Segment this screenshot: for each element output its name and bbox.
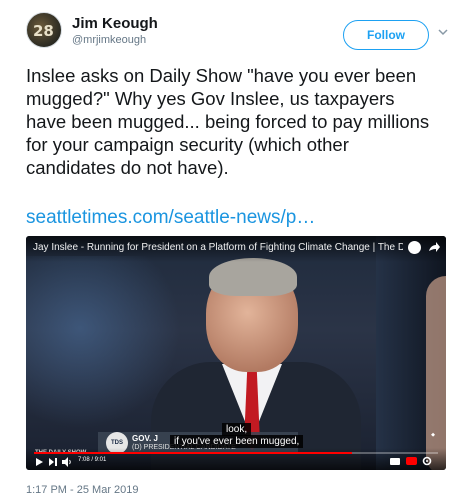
tweet-timestamp[interactable]: 1:17 PM - 25 Mar 2019 <box>26 484 139 496</box>
follow-button[interactable]: Follow <box>343 20 429 50</box>
next-icon[interactable] <box>49 458 57 466</box>
video-player[interactable]: Jay Inslee - Running for President on a … <box>26 236 446 470</box>
avatar-number: 28 <box>33 22 54 40</box>
user-handle[interactable]: @mrjimkeough <box>72 34 158 46</box>
lower-third-name: GOV. J <box>132 434 158 443</box>
volume-icon[interactable] <box>62 457 72 467</box>
progress-bar[interactable] <box>34 452 438 454</box>
speaker-hair <box>209 258 297 296</box>
article-link[interactable]: seattletimes.com/seattle-news/p… <box>26 207 315 229</box>
video-time: 7:08 / 9:01 <box>78 457 107 463</box>
progress-fill <box>34 452 352 454</box>
caption-line-2: if you've ever been mugged, <box>170 435 304 448</box>
tweet-header: 28 Jim Keough @mrjimkeough Follow <box>26 12 449 58</box>
clock-icon[interactable] <box>408 241 421 254</box>
tweet-text: Inslee asks on Daily Show "have you ever… <box>26 65 430 178</box>
chevron-down-icon[interactable] <box>437 26 449 38</box>
share-icon[interactable] <box>428 241 440 253</box>
video-title[interactable]: Jay Inslee - Running for President on a … <box>33 242 403 253</box>
avatar[interactable]: 28 <box>26 12 62 48</box>
user-info[interactable]: Jim Keough @mrjimkeough <box>72 15 158 46</box>
display-name[interactable]: Jim Keough <box>72 15 158 32</box>
network-watermark-icon: ◆ <box>431 432 435 438</box>
settings-icon[interactable] <box>422 456 432 466</box>
cc-icon[interactable] <box>390 458 400 465</box>
play-icon[interactable] <box>36 458 43 466</box>
youtube-icon[interactable] <box>406 457 417 465</box>
